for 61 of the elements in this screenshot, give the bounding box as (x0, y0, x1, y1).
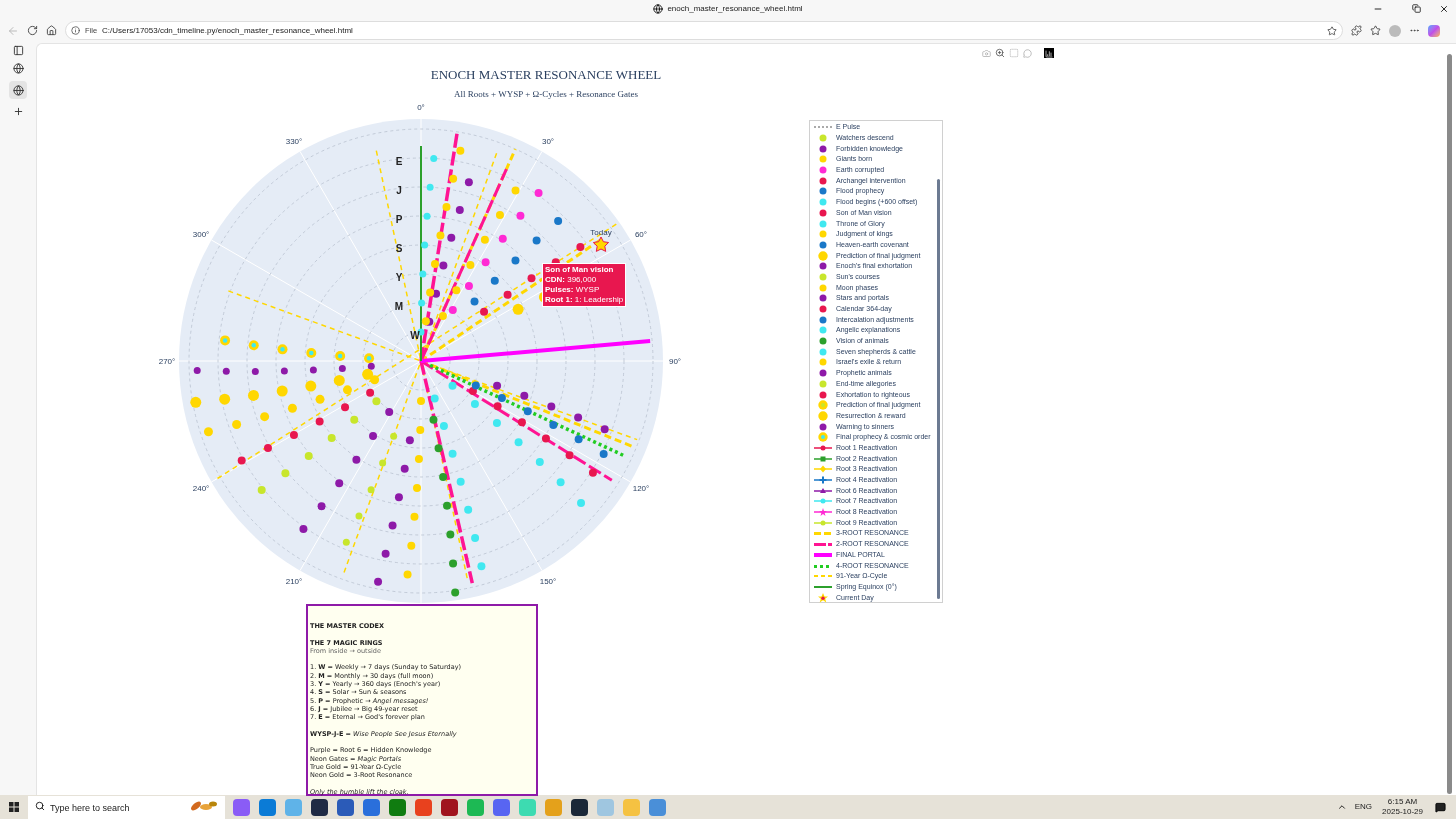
angle-label: 30° (541, 137, 555, 147)
extensions-icon[interactable] (1351, 25, 1362, 36)
globe-icon (653, 4, 664, 14)
marker-label: Today (590, 228, 612, 237)
angle-label: 90° (668, 357, 682, 366)
angle-label: 330° (285, 137, 303, 147)
clock-time[interactable]: 6:15 AM (1387, 797, 1418, 807)
chart-title: ENOCH MASTER RESONANCE WHEEL (430, 67, 662, 82)
chart-logo-icon[interactable] (1044, 48, 1054, 58)
page-scrollbar[interactable] (1447, 54, 1452, 794)
close-icon[interactable] (1439, 4, 1449, 14)
active-tab[interactable] (9, 81, 27, 99)
favorite-star-icon[interactable] (1327, 25, 1337, 36)
zoom-icon[interactable] (995, 48, 1005, 58)
tab-panel-icon[interactable] (12, 45, 24, 56)
angle-label: 120° (632, 484, 650, 493)
app-icon[interactable] (337, 798, 354, 816)
info-icon (71, 26, 80, 35)
legend-swatch-icon (812, 507, 834, 518)
favorites-icon[interactable] (1370, 25, 1381, 36)
ring-label: S (395, 243, 403, 254)
ring-label: M (394, 301, 404, 312)
app-icon[interactable] (441, 798, 458, 816)
clock-date[interactable]: 2025-10-29 (1382, 807, 1423, 817)
url-text: C:/Users/17053/cdn_timeline.py/enoch_master_resonance_wheel.html (102, 24, 354, 37)
tooltip-line: Pulses: WYSP (545, 285, 601, 295)
app-icon[interactable] (571, 798, 588, 816)
app-icon[interactable] (311, 798, 328, 816)
chart-subtitle: All Roots + WYSP + Ω-Cycles + Resonance Gates (454, 89, 638, 99)
tooltip-title: Son of Man vision (545, 265, 615, 275)
ring-label: P (395, 214, 403, 225)
tooltip-line: Root 1: 1: Leadership (545, 295, 624, 305)
notification-icon[interactable] (1435, 801, 1446, 813)
search-icon (35, 801, 45, 811)
window-title: enoch_master_resonance_wheel.html (667, 3, 803, 15)
globe-icon[interactable] (12, 63, 24, 74)
tray-overflow-icon[interactable] (1336, 802, 1347, 812)
refresh-icon[interactable] (27, 25, 38, 36)
angle-label: 240° (192, 484, 210, 493)
legend-swatch-icon (812, 475, 834, 486)
angle-label: 210° (285, 576, 303, 586)
tooltip-line: CDN: 396,000 (545, 275, 598, 285)
start-icon[interactable] (9, 802, 19, 812)
ring-label: J (396, 185, 402, 196)
legend-scrollbar[interactable] (937, 179, 940, 599)
legend-swatch-icon (812, 464, 834, 475)
ring-label: Y (395, 272, 403, 283)
angle-label: 150° (539, 576, 557, 586)
angle-label: 270° (158, 357, 176, 366)
ring-label: W (410, 330, 420, 341)
angle-label: 60° (634, 230, 648, 239)
angle-label: 0° (417, 103, 425, 112)
star-marker (592, 236, 610, 252)
new-tab-icon[interactable] (12, 106, 24, 117)
home-icon[interactable] (46, 25, 57, 36)
angle-label: 300° (192, 230, 210, 239)
ring-label: E (395, 156, 403, 167)
search-field[interactable]: Type here to search (28, 796, 225, 819)
restore-icon[interactable] (1412, 4, 1421, 13)
copilot-icon[interactable] (1428, 24, 1440, 37)
language-indicator[interactable]: ENG (1354, 801, 1373, 813)
